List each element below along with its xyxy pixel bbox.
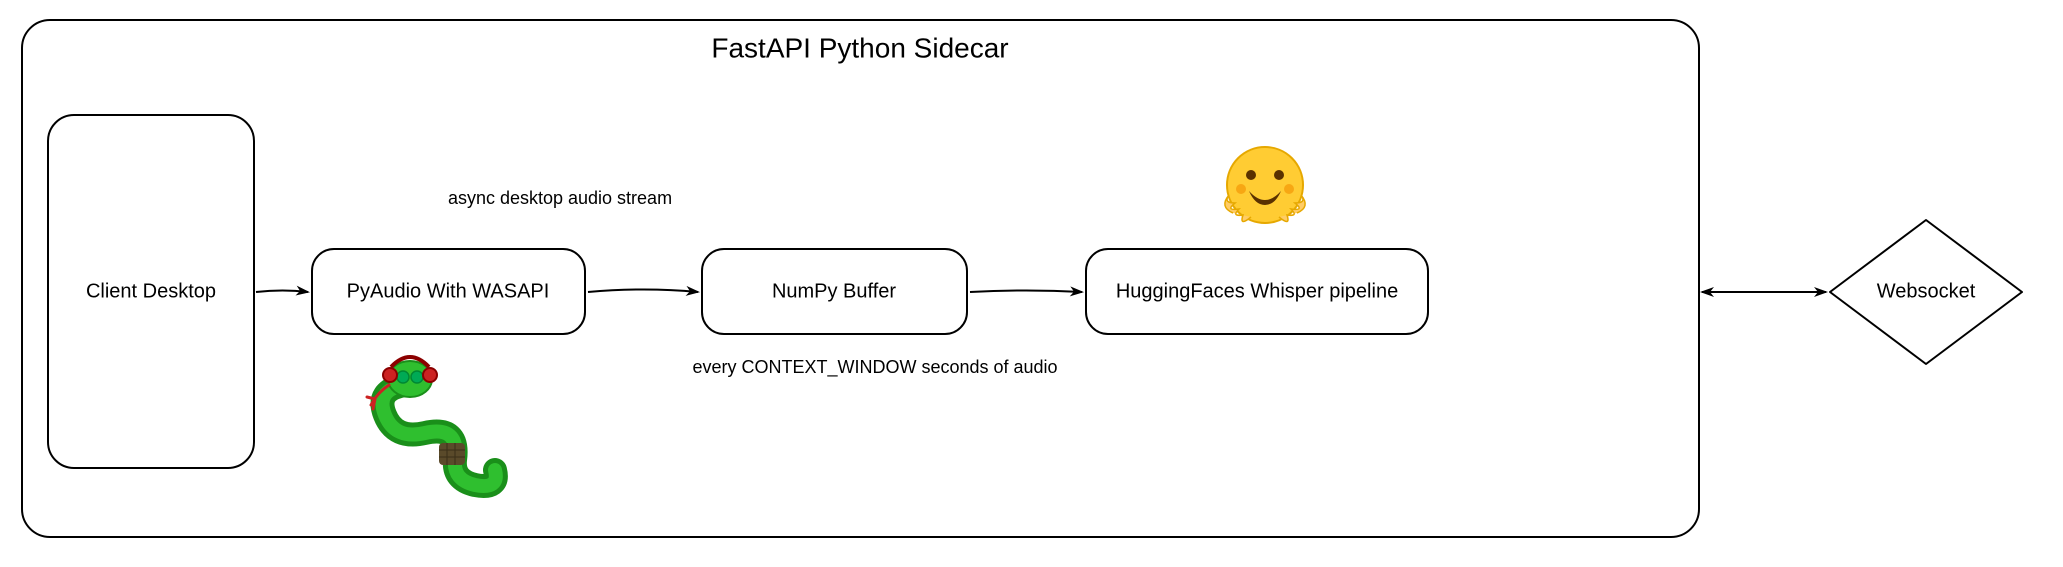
node-pyaudio-label: PyAudio With WASAPI xyxy=(347,280,550,302)
huggingface-logo-icon xyxy=(1225,147,1305,223)
node-websocket: Websocket xyxy=(1830,220,2022,364)
edge-label-audio-stream: async desktop audio stream xyxy=(448,188,672,208)
edge-label-context-window: every CONTEXT_WINDOW seconds of audio xyxy=(692,357,1057,378)
python-snake-headphones-icon xyxy=(367,357,496,486)
container-title: FastAPI Python Sidecar xyxy=(711,32,1008,63)
arrow-numpy-whisper xyxy=(970,291,1082,293)
node-whisper-pipeline-label: HuggingFaces Whisper pipeline xyxy=(1116,280,1398,302)
arrow-pyaudio-numpy xyxy=(588,290,698,293)
node-websocket-label: Websocket xyxy=(1877,280,1976,302)
arrow-client-pyaudio xyxy=(256,291,308,293)
node-client-desktop-label: Client Desktop xyxy=(86,280,216,302)
node-numpy-buffer-label: NumPy Buffer xyxy=(772,280,896,302)
